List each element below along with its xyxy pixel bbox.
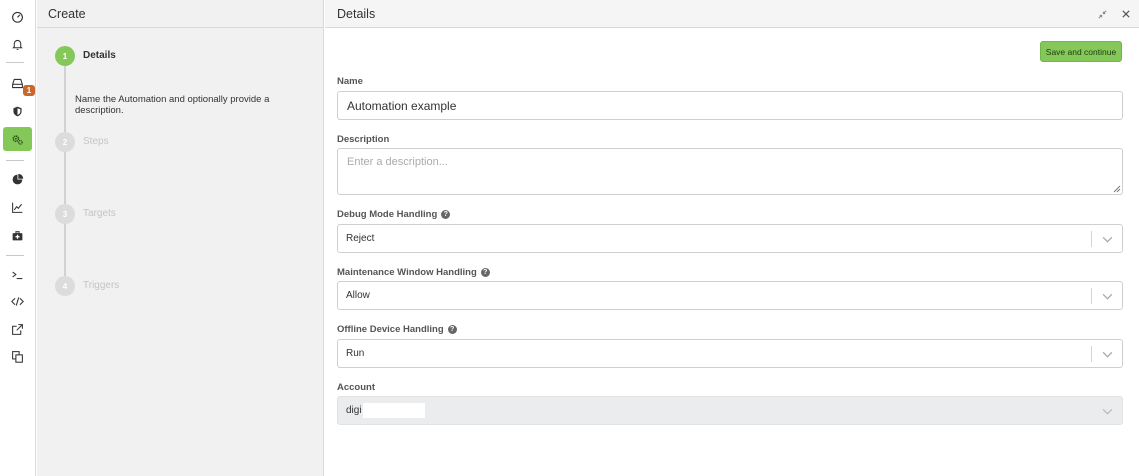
select-value: Allow [346, 290, 370, 301]
save-and-continue-button[interactable]: Save and continue [1040, 41, 1122, 62]
description-label: Description [337, 134, 389, 145]
maintenance-window-select[interactable]: Allow [337, 281, 1123, 310]
step-connector [64, 66, 66, 290]
resize-handle-icon[interactable] [1113, 185, 1121, 193]
code-icon[interactable] [3, 289, 32, 313]
chevron-down-icon[interactable] [1102, 349, 1113, 360]
help-icon[interactable]: ? [480, 268, 490, 277]
step-label-steps[interactable]: Steps [83, 136, 109, 147]
dashboard-icon[interactable] [3, 4, 32, 28]
name-input[interactable]: Automation example [337, 91, 1123, 120]
chevron-down-icon[interactable] [1102, 291, 1113, 302]
debug-mode-select[interactable]: Reject [337, 224, 1123, 253]
description-textarea[interactable]: Enter a description... [337, 148, 1123, 195]
select-divider [1091, 231, 1092, 247]
select-value: digi [346, 405, 362, 416]
inbox-badge: 1 [23, 85, 35, 96]
offline-device-label: Offline Device Handling? [337, 324, 457, 335]
step-number[interactable]: 3 [55, 204, 75, 224]
account-select: digi [337, 396, 1123, 425]
copy-icon[interactable] [3, 344, 32, 368]
bell-icon[interactable] [3, 32, 32, 56]
select-value: Run [346, 348, 365, 359]
maintenance-window-label-text: Maintenance Window Handling [337, 267, 477, 278]
name-label: Name [337, 76, 363, 87]
maintenance-window-label: Maintenance Window Handling? [337, 267, 490, 278]
step-label-details[interactable]: Details [83, 50, 116, 61]
collapse-icon[interactable] [1097, 9, 1107, 19]
help-icon[interactable]: ? [441, 210, 451, 219]
account-label: Account [337, 382, 375, 393]
offline-device-select[interactable]: Run [337, 339, 1123, 368]
gears-icon[interactable] [3, 127, 32, 151]
step-number[interactable]: 4 [55, 276, 75, 296]
step-number[interactable]: 1 [55, 46, 75, 66]
close-icon[interactable] [1121, 9, 1131, 19]
pie-chart-icon[interactable] [3, 167, 32, 191]
redacted-block [362, 403, 425, 418]
details-panel: Details Save and continue Name Automatio… [325, 0, 1139, 476]
description-label-text: Description [337, 134, 390, 145]
debug-mode-label-text: Debug Mode Handling [337, 209, 438, 220]
line-chart-icon[interactable] [3, 195, 32, 219]
icon-rail: 1 [0, 0, 36, 476]
step-description: Name the Automation and optionally provi… [75, 94, 270, 116]
panel-title: Create [37, 0, 323, 28]
shield-icon[interactable] [3, 99, 32, 123]
offline-device-label-text: Offline Device Handling [337, 324, 444, 335]
step-label-triggers[interactable]: Triggers [83, 280, 119, 291]
debug-mode-label: Debug Mode Handling? [337, 209, 451, 220]
help-icon[interactable]: ? [447, 325, 457, 334]
terminal-icon[interactable] [3, 262, 32, 286]
select-divider [1091, 288, 1092, 304]
wizard-steps-panel: Create 1 Details Name the Automation and… [37, 0, 324, 476]
rail-divider [6, 255, 24, 256]
account-label-text: Account [337, 382, 375, 393]
rail-divider [6, 160, 24, 161]
select-value: Reject [346, 233, 375, 244]
details-header: Details [325, 0, 1139, 28]
chevron-down-icon [1102, 408, 1113, 415]
name-label-text: Name [337, 76, 363, 87]
medkit-icon[interactable] [3, 223, 32, 247]
chevron-down-icon[interactable] [1102, 234, 1113, 245]
external-link-icon[interactable] [3, 317, 32, 341]
step-label-targets[interactable]: Targets [83, 208, 116, 219]
select-divider [1091, 346, 1092, 362]
rail-divider [6, 62, 24, 63]
description-placeholder: Enter a description... [347, 156, 448, 168]
panel-title: Details [337, 6, 376, 21]
step-number[interactable]: 2 [55, 132, 75, 152]
